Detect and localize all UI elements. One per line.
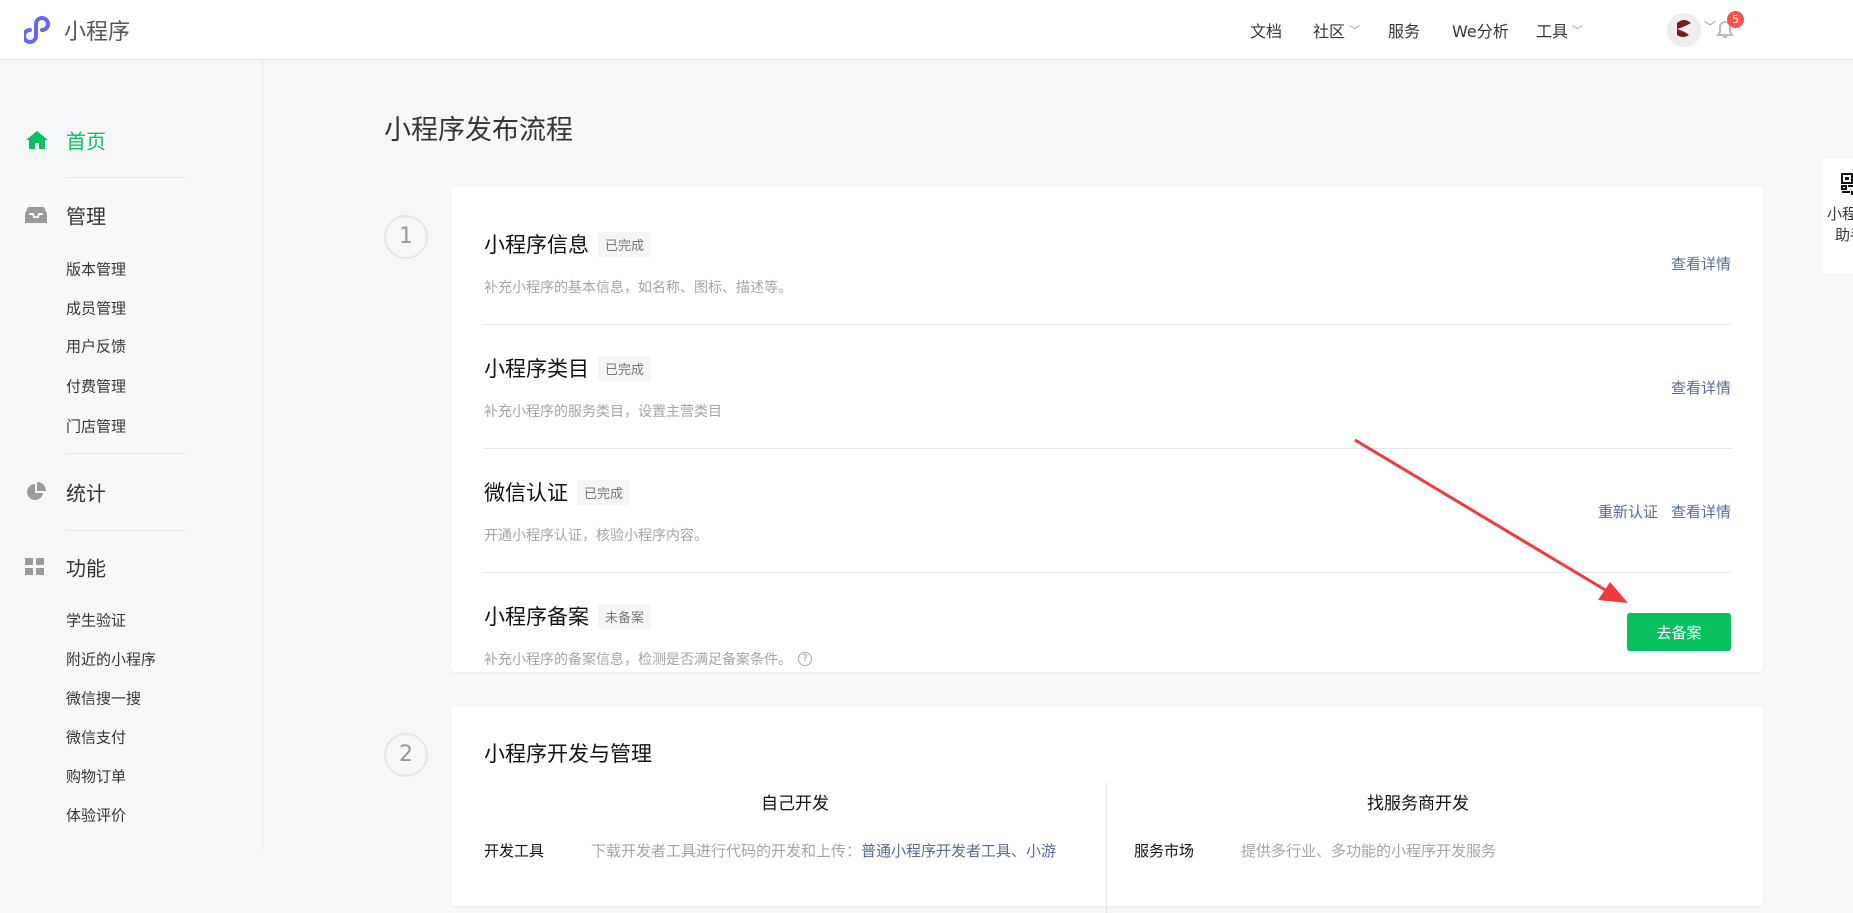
annotation-arrow bbox=[1354, 438, 1628, 603]
